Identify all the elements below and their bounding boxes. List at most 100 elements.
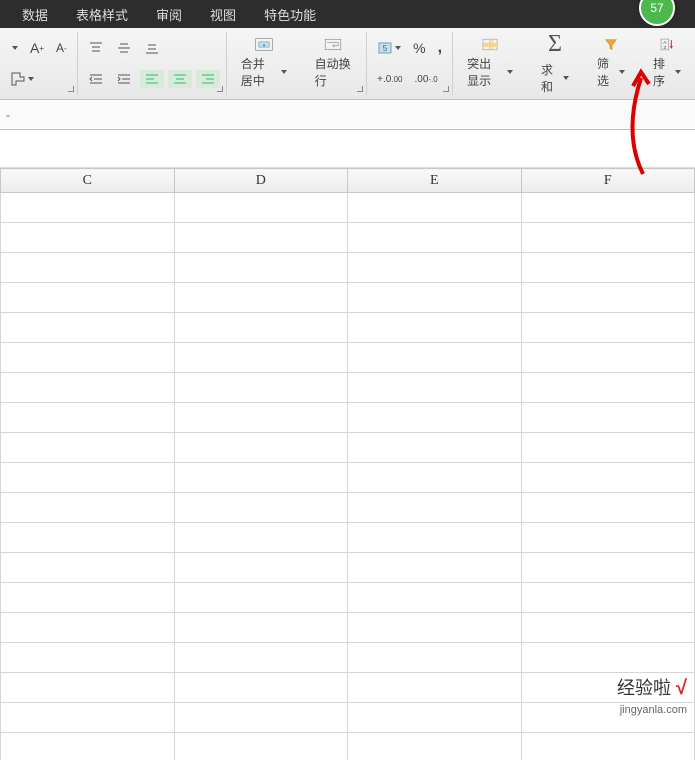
wrap-text-button[interactable]: 自动换行 — [307, 34, 361, 93]
cell[interactable] — [174, 193, 348, 223]
sum-button[interactable]: Σ 求和 — [533, 34, 577, 93]
dropdown-button[interactable] — [6, 44, 22, 52]
column-header[interactable]: F — [521, 169, 694, 193]
cell[interactable] — [521, 343, 694, 373]
cell[interactable] — [174, 673, 348, 703]
cell[interactable] — [1, 193, 175, 223]
cell[interactable] — [174, 703, 348, 733]
cell[interactable] — [348, 193, 521, 223]
format-painter-icon[interactable] — [6, 69, 38, 89]
percent-icon[interactable]: % — [409, 38, 429, 58]
cell[interactable] — [1, 433, 175, 463]
increase-decimal-icon[interactable]: +.0.00 — [373, 72, 406, 87]
cell[interactable] — [1, 283, 175, 313]
cell[interactable] — [521, 613, 694, 643]
column-header[interactable]: C — [1, 169, 175, 193]
cell[interactable] — [521, 253, 694, 283]
cell[interactable] — [174, 733, 348, 760]
decrease-decimal-icon[interactable]: .00-.0 — [410, 72, 441, 87]
cell[interactable] — [348, 703, 521, 733]
expand-corner-icon[interactable] — [354, 83, 364, 93]
filter-button[interactable]: 筛选 — [589, 34, 633, 93]
menu-item-review[interactable]: 审阅 — [142, 0, 196, 28]
cell[interactable] — [521, 283, 694, 313]
highlight-button[interactable]: 突出显示 — [459, 34, 521, 93]
cell[interactable] — [348, 283, 521, 313]
cell[interactable] — [1, 673, 175, 703]
cell[interactable] — [521, 553, 694, 583]
align-left-icon[interactable] — [140, 70, 164, 88]
cell[interactable] — [1, 733, 175, 760]
cell[interactable] — [348, 463, 521, 493]
sort-button[interactable]: A Z 排序 — [645, 34, 689, 93]
cell[interactable] — [174, 553, 348, 583]
expand-corner-icon[interactable] — [214, 83, 224, 93]
indent-increase-icon[interactable] — [112, 70, 136, 88]
cell[interactable] — [1, 343, 175, 373]
align-middle-icon[interactable] — [112, 39, 136, 57]
cell[interactable] — [348, 373, 521, 403]
cell[interactable] — [174, 523, 348, 553]
cell[interactable] — [348, 523, 521, 553]
align-bottom-icon[interactable] — [140, 39, 164, 57]
cell[interactable] — [348, 643, 521, 673]
increase-font-icon[interactable]: A+ — [26, 38, 48, 58]
cell[interactable] — [1, 313, 175, 343]
cell[interactable] — [1, 643, 175, 673]
align-top-icon[interactable] — [84, 39, 108, 57]
cell[interactable] — [174, 343, 348, 373]
cell[interactable] — [174, 313, 348, 343]
cell[interactable] — [348, 253, 521, 283]
cell[interactable] — [1, 553, 175, 583]
cell[interactable] — [521, 373, 694, 403]
cell[interactable] — [348, 553, 521, 583]
cell[interactable] — [348, 493, 521, 523]
cell[interactable] — [174, 223, 348, 253]
cell[interactable] — [521, 463, 694, 493]
cell[interactable] — [1, 373, 175, 403]
expand-corner-icon[interactable] — [440, 83, 450, 93]
cell[interactable] — [174, 493, 348, 523]
cell[interactable] — [174, 463, 348, 493]
cell[interactable] — [1, 253, 175, 283]
cell[interactable] — [1, 463, 175, 493]
cell[interactable] — [174, 583, 348, 613]
cell[interactable] — [521, 733, 694, 760]
decrease-font-icon[interactable]: A- — [52, 39, 71, 57]
cell[interactable] — [1, 613, 175, 643]
cell[interactable] — [174, 643, 348, 673]
merge-center-button[interactable]: a 合并居中 — [233, 34, 295, 93]
cell[interactable] — [521, 493, 694, 523]
cell[interactable] — [348, 733, 521, 760]
cell[interactable] — [1, 583, 175, 613]
cell[interactable] — [521, 643, 694, 673]
cell[interactable] — [1, 403, 175, 433]
menu-item-data[interactable]: 数据 — [8, 0, 62, 28]
cell[interactable] — [348, 343, 521, 373]
cell[interactable] — [174, 433, 348, 463]
comma-icon[interactable]: , — [434, 37, 446, 59]
cell[interactable] — [174, 373, 348, 403]
menu-item-table-style[interactable]: 表格样式 — [62, 0, 142, 28]
cell[interactable] — [174, 253, 348, 283]
align-center-icon[interactable] — [168, 70, 192, 88]
cell[interactable] — [521, 193, 694, 223]
cell[interactable] — [348, 673, 521, 703]
cell[interactable] — [521, 313, 694, 343]
cell[interactable] — [1, 703, 175, 733]
column-header[interactable]: D — [174, 169, 348, 193]
menu-item-special[interactable]: 特色功能 — [250, 0, 330, 28]
expand-corner-icon[interactable] — [65, 83, 75, 93]
number-format-dropdown[interactable]: 5 — [373, 39, 405, 57]
cell[interactable] — [521, 223, 694, 253]
cell[interactable] — [174, 403, 348, 433]
cell[interactable] — [1, 223, 175, 253]
notification-badge[interactable]: 57 — [639, 0, 675, 26]
column-header[interactable]: E — [348, 169, 521, 193]
cell[interactable] — [174, 283, 348, 313]
cell[interactable] — [348, 223, 521, 253]
cell[interactable] — [174, 613, 348, 643]
cell[interactable] — [521, 523, 694, 553]
cell[interactable] — [348, 613, 521, 643]
spreadsheet-grid[interactable]: C D E F — [0, 168, 695, 760]
